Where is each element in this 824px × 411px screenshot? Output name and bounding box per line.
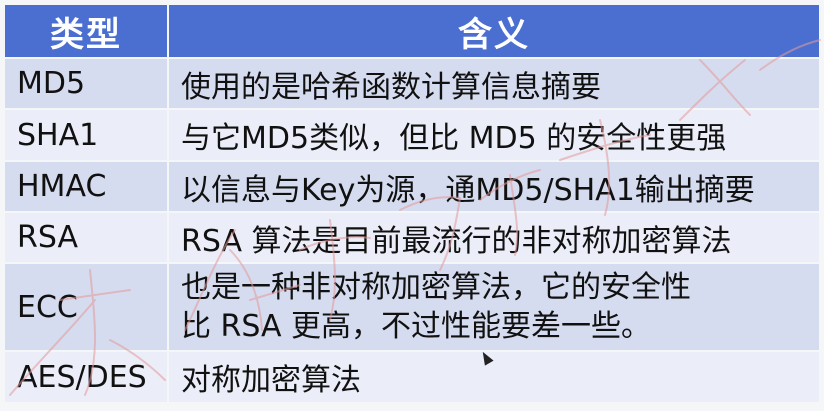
table-row-hmac: HMAC 以信息与Key为源，通MD5/SHA1输出摘要	[5, 162, 819, 211]
meaning-cell: 以信息与Key为源，通MD5/SHA1输出摘要	[169, 162, 819, 211]
slide: 类型 含义 MD5 使用的是哈希函数计算信息摘要 SHA1 与它MD5类似，但比…	[0, 0, 824, 411]
meaning-cell: 也是一种非对称加密算法，它的安全性 比 RSA 更高，不过性能要差一些。	[169, 264, 819, 350]
meaning-cell: RSA 算法是目前最流行的非对称加密算法	[169, 213, 819, 262]
type-cell: ECC	[5, 264, 167, 350]
meaning-cell: 使用的是哈希函数计算信息摘要	[169, 59, 819, 108]
meaning-cell: 对称加密算法	[169, 352, 819, 402]
meaning-line: 与它MD5类似，但比 MD5 的安全性更强	[181, 121, 727, 156]
meaning-line: 使用的是哈希函数计算信息摘要	[181, 69, 601, 105]
type-cell: HMAC	[5, 162, 167, 211]
meaning-cell: 与它MD5类似，但比 MD5 的安全性更强	[169, 110, 819, 160]
meaning-line: 比 RSA 更高，不过性能要差一些。	[181, 309, 652, 344]
table-header-row: 类型 含义	[5, 5, 819, 57]
meaning-line: 以信息与Key为源，通MD5/SHA1输出摘要	[181, 172, 755, 208]
table-row-aes-des: AES/DES 对称加密算法	[5, 352, 819, 402]
table-row-ecc: ECC 也是一种非对称加密算法，它的安全性 比 RSA 更高，不过性能要差一些。	[5, 264, 819, 350]
header-type: 类型	[5, 5, 167, 57]
type-cell: RSA	[5, 213, 167, 262]
type-cell: MD5	[5, 59, 167, 108]
type-cell: AES/DES	[5, 352, 167, 402]
header-meaning: 含义	[169, 5, 819, 57]
meaning-line: 也是一种非对称加密算法，它的安全性	[181, 270, 691, 305]
table-row-md5: MD5 使用的是哈希函数计算信息摘要	[5, 59, 819, 108]
type-cell: SHA1	[5, 110, 167, 160]
table-row-rsa: RSA RSA 算法是目前最流行的非对称加密算法	[5, 213, 819, 262]
meaning-line: RSA 算法是目前最流行的非对称加密算法	[181, 223, 732, 259]
table-row-sha1: SHA1 与它MD5类似，但比 MD5 的安全性更强	[5, 110, 819, 160]
crypto-types-table: 类型 含义 MD5 使用的是哈希函数计算信息摘要 SHA1 与它MD5类似，但比…	[3, 3, 821, 404]
meaning-line: 对称加密算法	[181, 363, 361, 398]
